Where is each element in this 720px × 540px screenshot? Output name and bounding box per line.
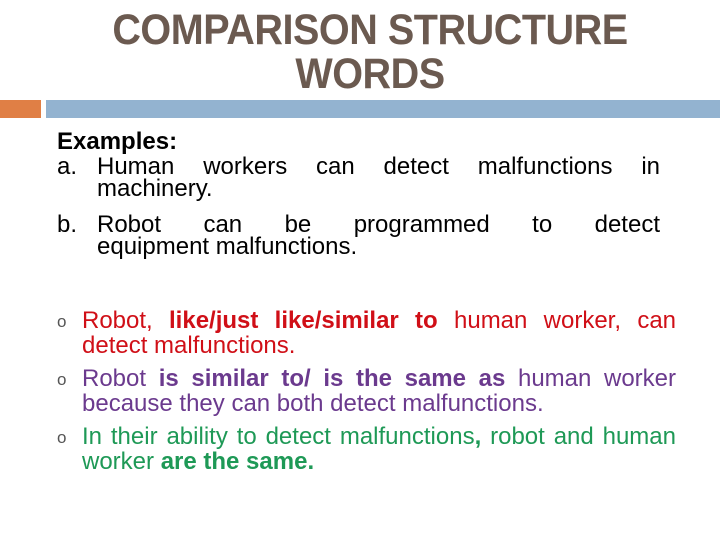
comparison-keyword: are the same. (160, 448, 315, 475)
examples-heading: Examples: (57, 128, 178, 155)
bullet-text: Robot (82, 365, 159, 392)
hollow-circle-bullet-icon: o (57, 312, 67, 331)
example-text-line-2: equipment malfunctions. (97, 233, 358, 260)
bullet-text: In their ability to detect malfunctions (82, 423, 475, 450)
slide-title-line-1: COMPARISON STRUCTURE (112, 6, 628, 54)
example-marker: b. (57, 211, 78, 238)
accent-bar-blue (46, 100, 720, 118)
examples-section: Examples: a. Human workers can detect ma… (57, 128, 660, 272)
slide-title: COMPARISON STRUCTURE WORDS (85, 8, 655, 96)
example-item-a: a. Human workers can detect malfunctions… (57, 153, 660, 202)
comparison-bullets: o Robot, like/just like/similar to human … (57, 308, 676, 482)
hollow-circle-bullet-icon: o (57, 370, 67, 389)
comparison-bullet-2: o Robot is similar to/ is the same as hum… (57, 366, 676, 416)
comparison-bullet-1: o Robot, like/just like/similar to human … (57, 308, 676, 358)
example-marker: a. (57, 153, 78, 180)
example-text-line-2: machinery. (97, 175, 213, 202)
example-item-b: b. Robot can be programmed to detect equ… (57, 211, 660, 260)
accent-bar-orange (0, 100, 41, 118)
comparison-keyword: like/just like/similar to (169, 307, 438, 334)
hollow-circle-bullet-icon: o (57, 428, 67, 447)
slide-title-line-2: WORDS (295, 50, 445, 98)
bullet-text: Robot, (82, 307, 170, 334)
comparison-bullet-3: o In their ability to detect malfunctions… (57, 424, 676, 474)
comparison-keyword: is similar to/ is the same as (158, 365, 506, 392)
